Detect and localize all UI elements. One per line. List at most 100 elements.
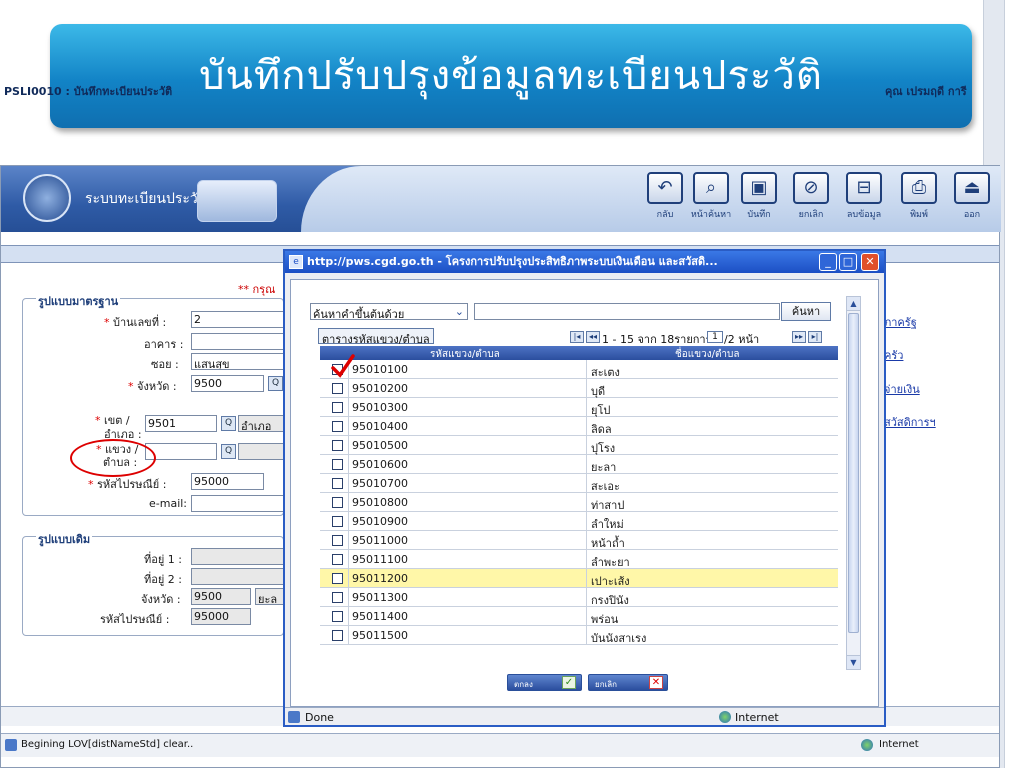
search-input[interactable] (474, 303, 780, 320)
ie-page-icon: e (289, 255, 303, 269)
addr2-label: ที่อยู่ 2 : (144, 573, 183, 586)
grid-row[interactable]: 95011300 กรงปินัง (320, 588, 838, 607)
row-checkbox[interactable] (332, 535, 343, 546)
house-no-input[interactable]: 2 (191, 311, 286, 328)
grid-row[interactable]: 95011200 เปาะเส้ง (320, 569, 838, 588)
cancel-button[interactable]: ⊘ ยกเลิก (784, 168, 838, 228)
addr2-field (191, 568, 286, 585)
minimize-button[interactable]: _ (819, 253, 837, 271)
popup-scrollbar[interactable]: ▲ ▼ (846, 296, 861, 670)
row-checkbox[interactable] (332, 497, 343, 508)
row-code: 95010400 (352, 420, 408, 433)
row-checkbox[interactable] (332, 459, 343, 470)
grid-row[interactable]: 95010700 สะเอะ (320, 474, 838, 493)
popup-cancel-button[interactable]: ยกเลิก ✕ (588, 674, 668, 691)
link-payment[interactable]: จ่ายเงิน (884, 380, 920, 398)
cancel-x-icon: ✕ (649, 676, 663, 689)
old-province-name-field: ยะล (255, 588, 286, 605)
row-checkbox[interactable] (332, 630, 343, 641)
link-government[interactable]: ภาครัฐ (884, 313, 917, 331)
email-input[interactable] (191, 495, 286, 512)
first-page-icon[interactable]: |◂ (570, 331, 584, 343)
grid-row[interactable]: 95010800 ท่าสาป (320, 493, 838, 512)
table-caption: ตารางรหัสแขวง/ตำบล (318, 328, 434, 346)
globe-icon (861, 739, 873, 751)
cell-divider (586, 588, 587, 606)
grid-row[interactable]: 95010900 ลำใหม่ (320, 512, 838, 531)
old-postcode-label: รหัสไปรษณีย์ : (100, 613, 170, 626)
link-welfare[interactable]: สวัสดิการฯ (884, 413, 936, 431)
row-code: 95011500 (352, 629, 408, 642)
soi-input[interactable]: แสนสุข (191, 353, 286, 370)
prev-page-icon[interactable]: ◂◂ (586, 331, 600, 343)
scroll-thumb[interactable] (848, 313, 859, 633)
row-checkbox[interactable] (332, 383, 343, 394)
scroll-down-icon[interactable]: ▼ (847, 655, 860, 669)
search-page-button[interactable]: ⌕ หน้าค้นหา (684, 168, 738, 228)
screen-code: PSLI0010 : บันทึกทะเบียนประวัติ (4, 85, 173, 98)
row-code: 95010800 (352, 496, 408, 509)
province-input[interactable]: 9500 (191, 375, 264, 392)
last-page-icon[interactable]: ▸| (808, 331, 822, 343)
grid-row[interactable]: 95011000 หน้าถ้ำ (320, 531, 838, 550)
row-code: 95011400 (352, 610, 408, 623)
search-button[interactable]: ค้นหา (781, 302, 831, 321)
cell-divider (348, 398, 349, 416)
grid-row[interactable]: 95010400 ลิดล (320, 417, 838, 436)
print-button[interactable]: ⎙ พิมพ์ (892, 168, 946, 228)
browser-zone-label: Internet (879, 739, 919, 750)
district-lookup-icon[interactable]: Q (221, 416, 236, 431)
building-input[interactable] (191, 333, 286, 350)
grid-row[interactable]: 95011400 พร่อน (320, 607, 838, 626)
app-name: ระบบทะเบียนประวัติ (85, 191, 207, 207)
row-checkbox[interactable] (332, 440, 343, 451)
old-province-label: จังหวัด : (141, 593, 181, 606)
close-button[interactable]: ✕ (861, 253, 879, 271)
grid-row[interactable]: 95010500 ปุโรง (320, 436, 838, 455)
row-code: 95011000 (352, 534, 408, 547)
row-checkbox[interactable] (332, 516, 343, 527)
district-name-field: อำเภอ (238, 415, 286, 432)
next-page-icon[interactable]: ▸▸ (792, 331, 806, 343)
cell-divider (586, 436, 587, 454)
district-input[interactable]: 9501 (145, 415, 217, 432)
cell-divider (348, 588, 349, 606)
grid-row[interactable]: 95010100 สะเตง (320, 360, 838, 379)
search-mode-select[interactable]: ค้นหาคำขึ้นต้นด้วย ⌄ (310, 303, 468, 320)
row-checkbox[interactable] (332, 611, 343, 622)
cell-divider (586, 531, 587, 549)
scroll-up-icon[interactable]: ▲ (847, 297, 860, 311)
delete-button[interactable]: ⊟ ลบข้อมูล (837, 168, 891, 228)
page-number-input[interactable]: 1 (707, 331, 723, 343)
grid-row[interactable]: 95011100 ลำพะยา (320, 550, 838, 569)
grid-row[interactable]: 95010300 ยุโป (320, 398, 838, 417)
row-checkbox[interactable] (332, 421, 343, 432)
row-checkbox[interactable] (332, 554, 343, 565)
maximize-button[interactable]: □ (839, 253, 857, 271)
row-code: 95010700 (352, 477, 408, 490)
cell-divider (586, 398, 587, 416)
grid-row[interactable]: 95010600 ยะลา (320, 455, 838, 474)
cell-divider (586, 474, 587, 492)
grid-row[interactable]: 95010200 บุดี (320, 379, 838, 398)
row-checkbox[interactable] (332, 592, 343, 603)
cell-divider (348, 569, 349, 587)
row-checkbox[interactable] (332, 573, 343, 584)
save-button[interactable]: ▣ บันทึก (732, 168, 786, 228)
exit-button[interactable]: ⏏ ออก (945, 168, 999, 228)
popup-status-bar: Done Internet (285, 707, 884, 725)
province-label: * จังหวัด : (128, 380, 177, 393)
old-postcode-field: 95000 (191, 608, 251, 625)
row-code: 95011200 (352, 572, 408, 585)
row-checkbox[interactable] (332, 402, 343, 413)
cell-divider (586, 379, 587, 397)
postcode-input[interactable]: 95000 (191, 473, 264, 490)
subdistrict-lookup-icon[interactable]: Q (221, 444, 236, 459)
old-province-field: 9500 (191, 588, 251, 605)
cell-divider (586, 493, 587, 511)
link-family[interactable]: ครัว (884, 346, 903, 364)
grid-row[interactable]: 95011500 บันนังสาเรง (320, 626, 838, 645)
province-lookup-icon[interactable]: Q (268, 376, 283, 391)
ok-button[interactable]: ตกลง ✓ (507, 674, 582, 691)
row-checkbox[interactable] (332, 478, 343, 489)
